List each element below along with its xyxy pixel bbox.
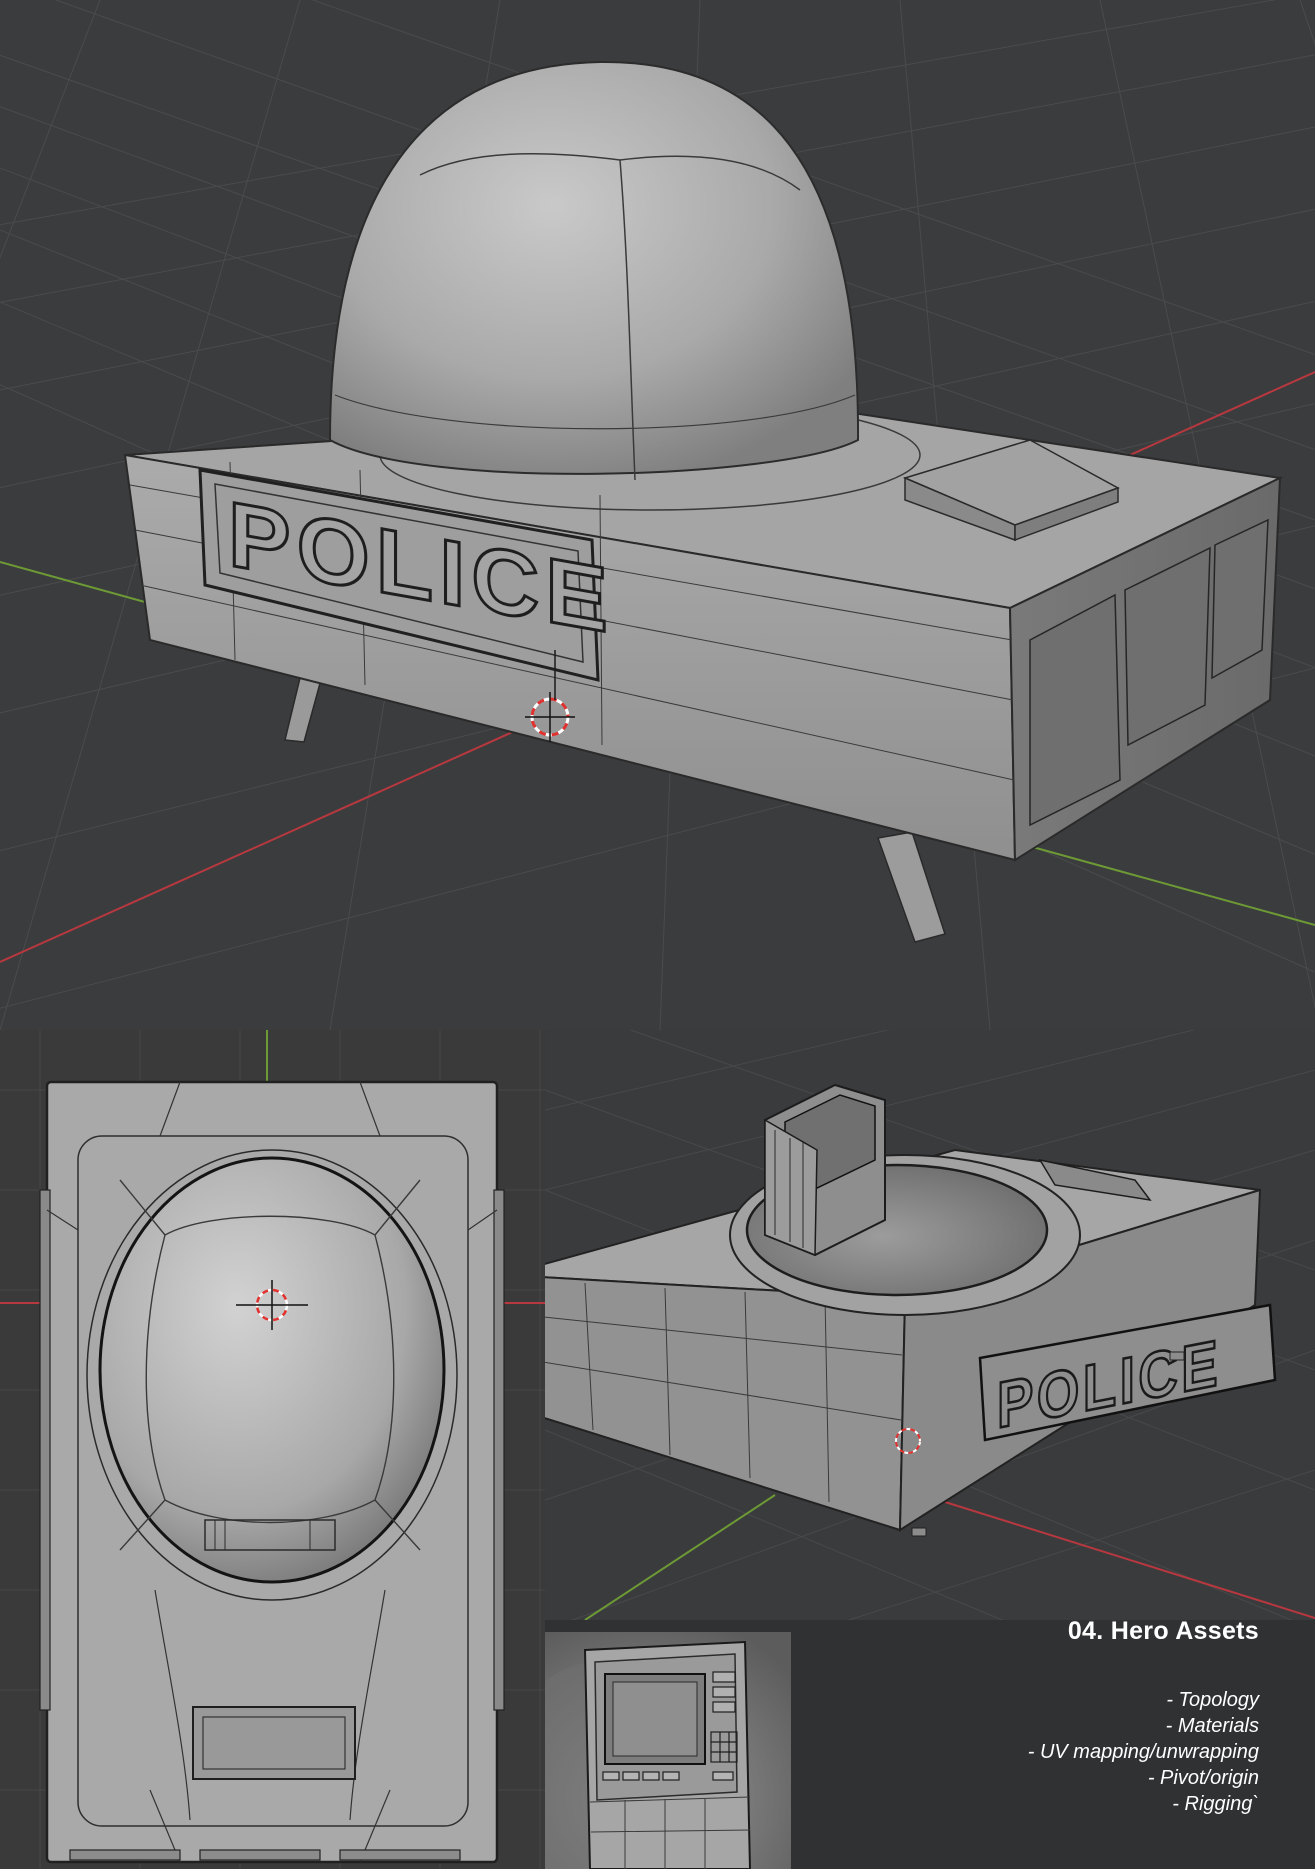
detail-thumbnail-console bbox=[545, 1632, 791, 1869]
feature-list: - Topology - Materials - UV mapping/unwr… bbox=[1028, 1687, 1259, 1817]
viewport-persp-svg: POLICE bbox=[545, 1030, 1315, 1620]
feature-item-materials: - Materials bbox=[1165, 1715, 1259, 1737]
detail-thumb-svg bbox=[545, 1632, 791, 1869]
viewport-perspective-domeless[interactable]: POLICE bbox=[545, 1030, 1315, 1620]
persp-console bbox=[764, 1083, 886, 1257]
section-title: 04. Hero Assets bbox=[1067, 1617, 1259, 1645]
top-view-control-box bbox=[192, 1706, 356, 1780]
feature-item-rigging: - Rigging` bbox=[1172, 1793, 1259, 1815]
persp-base-front bbox=[545, 1276, 907, 1532]
y-axis-line bbox=[584, 1494, 776, 1620]
viewport-top-orthographic[interactable] bbox=[0, 1030, 545, 1869]
viewport-main-perspective[interactable]: POLICE bbox=[0, 0, 1315, 1030]
dome-mesh bbox=[328, 60, 860, 475]
feature-item-uv-mapping: - UV mapping/unwrapping bbox=[1027, 1741, 1259, 1763]
viewport-main-svg: POLICE bbox=[0, 0, 1315, 1030]
viewport-top-svg bbox=[0, 1030, 545, 1869]
feature-item-topology: - Topology bbox=[1166, 1689, 1259, 1711]
feature-item-pivot-origin: - Pivot/origin bbox=[1147, 1767, 1259, 1789]
